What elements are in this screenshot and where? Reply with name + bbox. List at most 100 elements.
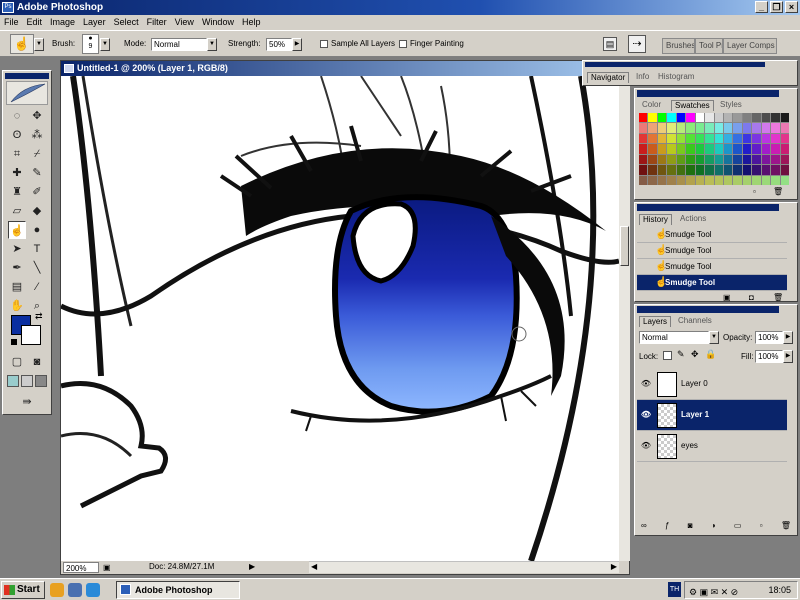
menu-view[interactable]: View xyxy=(171,15,198,30)
swatch[interactable] xyxy=(657,175,667,185)
history-panel-header[interactable] xyxy=(637,204,779,211)
swatch[interactable] xyxy=(686,113,695,123)
swatch[interactable] xyxy=(648,154,657,165)
link-layers-icon[interactable]: ∞ xyxy=(641,521,647,533)
strength-slider-button[interactable]: ▶ xyxy=(292,38,302,51)
swatch[interactable] xyxy=(676,133,686,144)
swatch[interactable] xyxy=(648,113,657,123)
standard-screen-mode-icon[interactable] xyxy=(7,375,19,387)
swatch[interactable] xyxy=(695,113,705,123)
swatch[interactable] xyxy=(723,154,733,165)
swatch[interactable] xyxy=(780,113,789,123)
swatches-panel-header[interactable] xyxy=(637,90,779,97)
swatch[interactable] xyxy=(771,113,780,123)
swatch[interactable] xyxy=(686,175,695,185)
tab-history[interactable]: History xyxy=(639,214,672,225)
swatch[interactable] xyxy=(657,123,667,133)
swatch[interactable] xyxy=(686,123,695,133)
well-tab-tool-presets[interactable]: Tool Pr xyxy=(695,38,723,54)
layer-style-icon[interactable]: ƒ xyxy=(665,521,669,533)
swatch[interactable] xyxy=(733,133,742,144)
swatch[interactable] xyxy=(667,123,676,133)
sample-all-layers-checkbox[interactable] xyxy=(320,40,328,48)
adobe-feather-icon[interactable] xyxy=(6,81,48,105)
tab-actions[interactable]: Actions xyxy=(677,214,709,225)
swatch[interactable] xyxy=(657,144,667,154)
slice-tool-icon[interactable]: ⌿ xyxy=(28,145,46,163)
swatch[interactable] xyxy=(705,133,714,144)
swatch[interactable] xyxy=(714,113,723,123)
swatch[interactable] xyxy=(780,144,789,154)
swatch[interactable] xyxy=(761,154,771,165)
swatch[interactable] xyxy=(695,144,705,154)
swatch[interactable] xyxy=(686,154,695,165)
swatch[interactable] xyxy=(657,113,667,123)
lock-all-icon[interactable]: 🔒 xyxy=(705,349,716,360)
swatch[interactable] xyxy=(752,133,761,144)
swatch[interactable] xyxy=(761,113,771,123)
opacity-slider-button[interactable]: ▶ xyxy=(783,331,793,344)
layers-panel-header[interactable] xyxy=(637,306,779,313)
swatch[interactable] xyxy=(657,165,667,175)
lock-position-icon[interactable]: ✥ xyxy=(691,349,699,360)
tab-channels[interactable]: Channels xyxy=(675,316,715,327)
browser-quicklaunch-icon[interactable] xyxy=(50,583,64,597)
tab-layers[interactable]: Layers xyxy=(639,316,672,327)
menu-file[interactable]: File xyxy=(0,15,23,30)
swatch[interactable] xyxy=(780,154,789,165)
swatch[interactable] xyxy=(648,165,657,175)
swatch[interactable] xyxy=(648,144,657,154)
swatch-grid[interactable] xyxy=(639,113,789,185)
full-screen-menu-mode-icon[interactable] xyxy=(21,375,33,387)
swatch[interactable] xyxy=(648,175,657,185)
swatch[interactable] xyxy=(705,165,714,175)
move-tool-icon[interactable]: ✥ xyxy=(28,107,46,125)
document-titlebar[interactable]: Untitled-1 @ 200% (Layer 1, RGB/8) xyxy=(61,61,629,76)
swatch[interactable] xyxy=(771,154,780,165)
language-badge[interactable]: TH xyxy=(668,582,681,597)
mode-dropdown[interactable]: ▼ xyxy=(207,38,217,51)
internet-explorer-quicklaunch-icon[interactable] xyxy=(86,583,100,597)
crop-tool-icon[interactable]: ⌗ xyxy=(8,145,26,163)
menu-help[interactable]: Help xyxy=(238,15,265,30)
swatch[interactable] xyxy=(648,123,657,133)
swatch[interactable] xyxy=(639,133,648,144)
swatch[interactable] xyxy=(714,123,723,133)
status-menu-icon[interactable]: ▣ xyxy=(103,562,113,573)
strength-input[interactable]: 50% xyxy=(266,38,292,51)
eraser-tool-icon[interactable]: ▱ xyxy=(8,202,26,220)
swatch[interactable] xyxy=(780,123,789,133)
status-menu-arrow-icon[interactable]: ▶ xyxy=(249,561,255,573)
swatch[interactable] xyxy=(695,165,705,175)
tray-icons[interactable]: ⚙ ▣ ✉ ✕ ⊘ xyxy=(689,584,738,600)
tool-preset-dropdown[interactable]: ▼ xyxy=(34,38,44,51)
swatch[interactable] xyxy=(639,123,648,133)
zoom-level-field[interactable]: 200% xyxy=(63,562,99,573)
notes-tool-icon[interactable]: ▤ xyxy=(8,278,26,296)
menu-select[interactable]: Select xyxy=(110,15,143,30)
healing-brush-tool-icon[interactable]: ✚ xyxy=(8,164,26,182)
history-brush-tool-icon[interactable]: ✐ xyxy=(28,183,46,201)
swatch[interactable] xyxy=(742,175,752,185)
swatch[interactable] xyxy=(761,133,771,144)
navigator-panel-header[interactable] xyxy=(585,62,765,67)
swatch[interactable] xyxy=(752,154,761,165)
brush-preview[interactable]: ● 9 xyxy=(82,34,99,54)
swap-colors-icon[interactable]: ⇄ xyxy=(35,311,43,322)
swatch[interactable] xyxy=(723,123,733,133)
delete-history-icon[interactable]: 🗑 xyxy=(773,293,783,301)
swatch[interactable] xyxy=(771,123,780,133)
opacity-input[interactable]: 100% xyxy=(755,331,783,344)
blend-mode-select[interactable]: Normal xyxy=(639,331,709,344)
swatch[interactable] xyxy=(676,113,686,123)
swatch[interactable] xyxy=(761,165,771,175)
swatch[interactable] xyxy=(676,144,686,154)
swatch[interactable] xyxy=(771,175,780,185)
vertical-scroll-thumb[interactable] xyxy=(620,226,629,266)
lock-image-icon[interactable]: ✎ xyxy=(677,349,685,360)
dodge-tool-icon[interactable]: ● xyxy=(28,221,46,239)
layer-row[interactable]: 👁 Layer 0 xyxy=(637,369,787,400)
swatch[interactable] xyxy=(667,133,676,144)
swatch[interactable] xyxy=(695,154,705,165)
finger-painting-checkbox[interactable] xyxy=(399,40,407,48)
